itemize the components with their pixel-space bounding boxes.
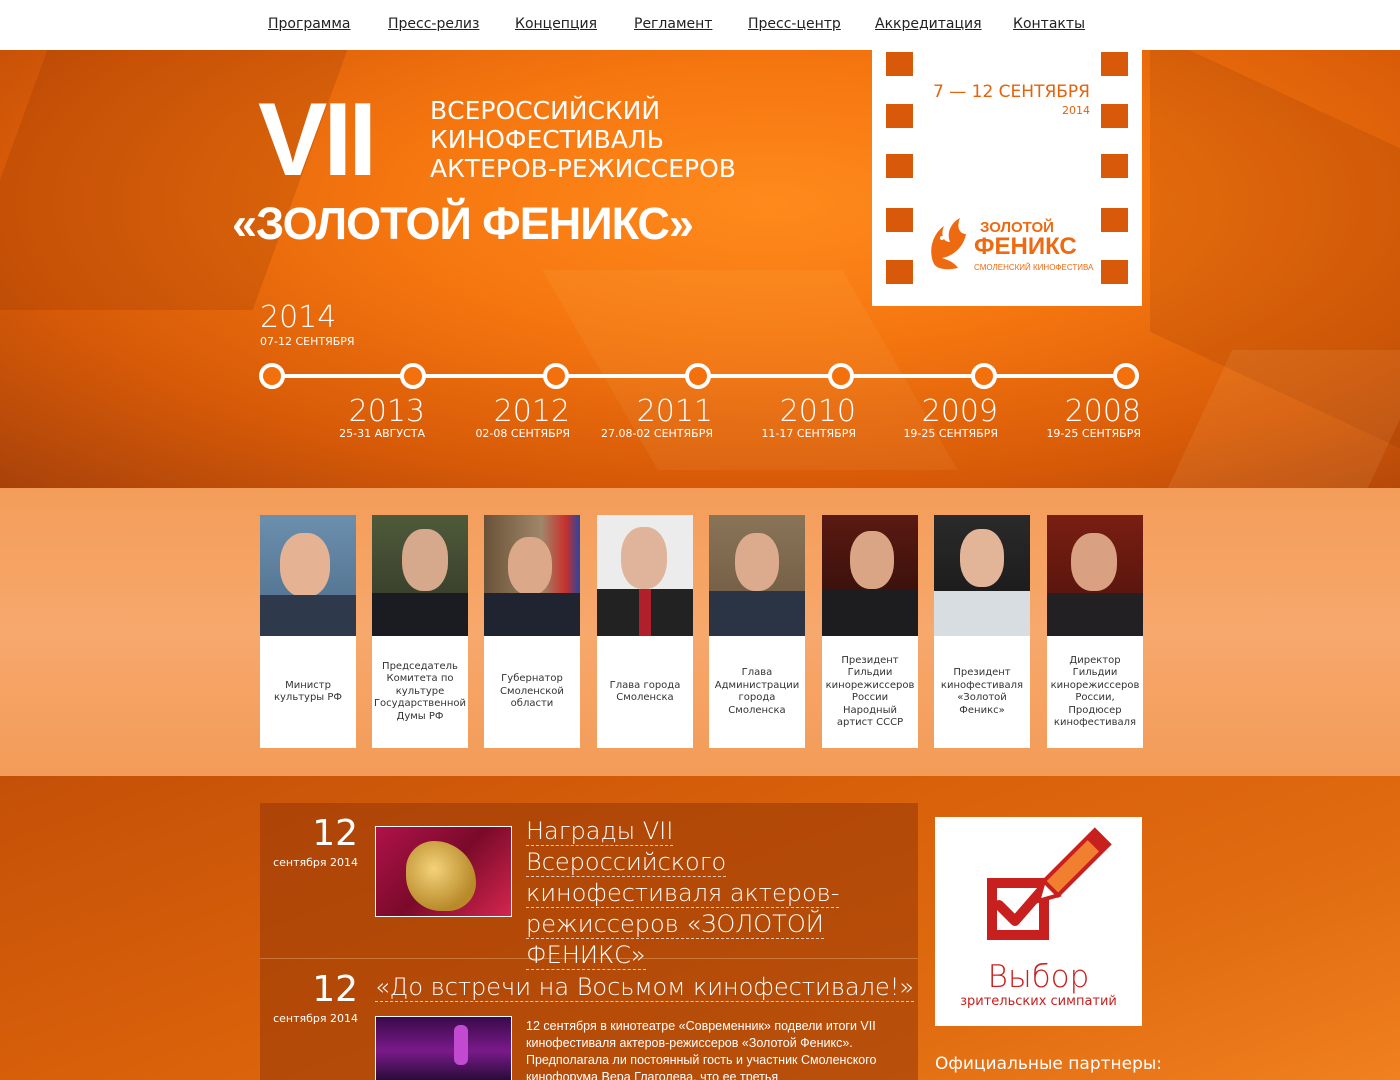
- nav-contacts-link[interactable]: Контакты: [1013, 16, 1085, 32]
- nav-press-center-link[interactable]: Пресс-центр: [748, 16, 841, 32]
- news-month: сентября 2014: [273, 1012, 358, 1025]
- year-dates: 19-25 СЕНТЯБРЯ: [903, 427, 998, 440]
- news-thumbnail[interactable]: [375, 826, 512, 917]
- festival-date-range: 7 — 12 СЕНТЯБРЯ: [933, 82, 1090, 102]
- vote-title: Выбор: [987, 959, 1090, 995]
- news-title-link[interactable]: «До встречи на Восьмом кинофестивале!»: [375, 972, 915, 1003]
- guest-caption: Министр культуры РФ: [273, 679, 343, 704]
- news-title-line: «До встречи на Восьмом кинофестивале!»: [375, 973, 915, 1002]
- year-label: 2010: [779, 394, 856, 429]
- timeline-dot-2013[interactable]: [400, 363, 426, 389]
- guest-card[interactable]: Президент Гильдии кинорежиссеров России …: [822, 515, 918, 748]
- guest-caption: Председатель Комитета по культуре Госуда…: [373, 660, 467, 722]
- news-thumbnail[interactable]: [375, 1016, 512, 1080]
- year-dates: 27.08-02 СЕНТЯБРЯ: [600, 427, 713, 440]
- timeline-dot-2011[interactable]: [685, 363, 711, 389]
- current-year-label: 2014: [260, 300, 337, 335]
- news-date: 12 сентября 2014: [258, 969, 358, 1026]
- year-label: 2011: [636, 394, 713, 429]
- guest-photo: [260, 515, 356, 636]
- guest-card[interactable]: Губернатор Смоленской области: [484, 515, 580, 748]
- news-title-line: режиссеров «ЗОЛОТОЙ: [526, 910, 824, 939]
- news-title-line: кинофестиваля актеров-: [526, 879, 840, 908]
- year-dates: 25-31 АВГУСТА: [339, 427, 425, 440]
- news-day: 12: [312, 813, 358, 854]
- nav-accreditation-link[interactable]: Аккредитация: [875, 16, 982, 32]
- news-day: 12: [312, 969, 358, 1010]
- year-label: 2013: [348, 394, 425, 429]
- year-label: 2012: [493, 394, 570, 429]
- audience-choice-banner[interactable]: Выбор зрительских симпатий: [935, 817, 1142, 1026]
- guest-card[interactable]: Председатель Комитета по культуре Госуда…: [372, 515, 468, 748]
- year-label: 2009: [921, 394, 998, 429]
- phoenix-logo: ЗОЛОТОЙ ФЕНИКС СМОЛЕНСКИЙ КИНОФЕСТИВАЛЬ: [931, 218, 1094, 272]
- festival-numeral: VII: [258, 82, 377, 198]
- vote-subtitle: зрительских симпатий: [960, 994, 1117, 1009]
- timeline-year-2010[interactable]: 2010 11-17 СЕНТЯБРЯ: [736, 394, 856, 440]
- timeline-dot-2012[interactable]: [543, 363, 569, 389]
- guest-photo: [484, 515, 580, 636]
- year-dates: 02-08 СЕНТЯБРЯ: [475, 427, 570, 440]
- news-title-line: ФЕНИКС»: [526, 941, 646, 970]
- news-excerpt: 12 сентября в кинотеатре «Современник» п…: [526, 1019, 877, 1080]
- guest-card[interactable]: Глава города Смоленска: [597, 515, 693, 748]
- festival-name: «ЗОЛОТОЙ ФЕНИКС»: [232, 198, 694, 249]
- guest-caption: Глава Администрации города Смоленска: [714, 667, 800, 716]
- partners-heading: Официальные партнеры:: [935, 1054, 1163, 1074]
- logo-main-text: ФЕНИКС: [974, 233, 1077, 260]
- guest-photo: [934, 515, 1030, 636]
- festival-year: 2014: [1062, 104, 1090, 117]
- festival-subtitle: ВСЕРОССИЙСКИЙ КИНОФЕСТИВАЛЬ АКТЕРОВ-РЕЖИ…: [430, 96, 736, 183]
- nav-press-release-link[interactable]: Пресс-релиз: [388, 16, 479, 32]
- guest-caption: Директор Гильдии кинорежиссеров России, …: [1050, 654, 1140, 729]
- guest-card[interactable]: Министр культуры РФ: [260, 515, 356, 748]
- guest-caption: Президент Гильдии кинорежиссеров России …: [825, 654, 915, 729]
- guest-card[interactable]: Президент кинофестиваля «Золотой Феникс»: [934, 515, 1030, 748]
- guest-card[interactable]: Глава Администрации города Смоленска: [709, 515, 805, 748]
- nav-program-link[interactable]: Программа: [268, 16, 351, 32]
- timeline-year-2013[interactable]: 2013 25-31 АВГУСТА: [325, 394, 425, 440]
- guest-photo: [709, 515, 805, 636]
- news-month: сентября 2014: [273, 856, 358, 869]
- current-year-dates: 07-12 СЕНТЯБРЯ: [260, 335, 355, 348]
- top-navigation: Программа Пресс-релиз Концепция Регламен…: [0, 0, 1400, 50]
- timeline-year-2008[interactable]: 2008 19-25 СЕНТЯБРЯ: [1021, 394, 1141, 440]
- news-date: 12 сентября 2014: [258, 813, 358, 870]
- guest-photo: [372, 515, 468, 636]
- year-dates: 19-25 СЕНТЯБРЯ: [1046, 427, 1141, 440]
- year-dates: 11-17 СЕНТЯБРЯ: [761, 427, 856, 440]
- festival-dates: 7 — 12 СЕНТЯБРЯ 2014: [930, 82, 1090, 117]
- timeline-year-2011[interactable]: 2011 27.08-02 СЕНТЯБРЯ: [593, 394, 713, 440]
- timeline-dot-2014[interactable]: [259, 363, 285, 389]
- timeline-current-year[interactable]: 2014 07-12 СЕНТЯБРЯ: [260, 300, 355, 348]
- guest-photo: [1047, 515, 1143, 636]
- timeline-year-2009[interactable]: 2009 19-25 СЕНТЯБРЯ: [878, 394, 998, 440]
- guest-caption: Президент кинофестиваля «Золотой Феникс»: [940, 667, 1024, 716]
- guest-caption: Глава города Смоленска: [609, 679, 681, 704]
- nav-concept-link[interactable]: Концепция: [515, 16, 597, 32]
- subtitle-line: ВСЕРОССИЙСКИЙ: [430, 96, 661, 125]
- subtitle-line: АКТЕРОВ-РЕЖИССЕРОВ: [430, 154, 736, 183]
- checkbox-pencil-icon: [987, 827, 1112, 940]
- timeline-dot-2008[interactable]: [1113, 363, 1139, 389]
- guest-photo: [822, 515, 918, 636]
- guest-card[interactable]: Директор Гильдии кинорежиссеров России, …: [1047, 515, 1143, 748]
- timeline-dot-2009[interactable]: [971, 363, 997, 389]
- nav-regulations-link[interactable]: Регламент: [634, 16, 712, 32]
- timeline-dot-2010[interactable]: [828, 363, 854, 389]
- guest-caption: Губернатор Смоленской области: [500, 673, 564, 710]
- news-title-line: Награды VII Всероссийского: [526, 817, 727, 877]
- news-title-link[interactable]: Награды VII Всероссийского кинофестиваля…: [526, 816, 866, 971]
- year-label: 2008: [1064, 394, 1141, 429]
- timeline-year-2012[interactable]: 2012 02-08 СЕНТЯБРЯ: [450, 394, 570, 440]
- logo-sub-text: СМОЛЕНСКИЙ КИНОФЕСТИВАЛЬ: [974, 263, 1094, 272]
- guest-photo: [597, 515, 693, 636]
- subtitle-line: КИНОФЕСТИВАЛЬ: [430, 125, 664, 154]
- guests-band: [0, 488, 1400, 776]
